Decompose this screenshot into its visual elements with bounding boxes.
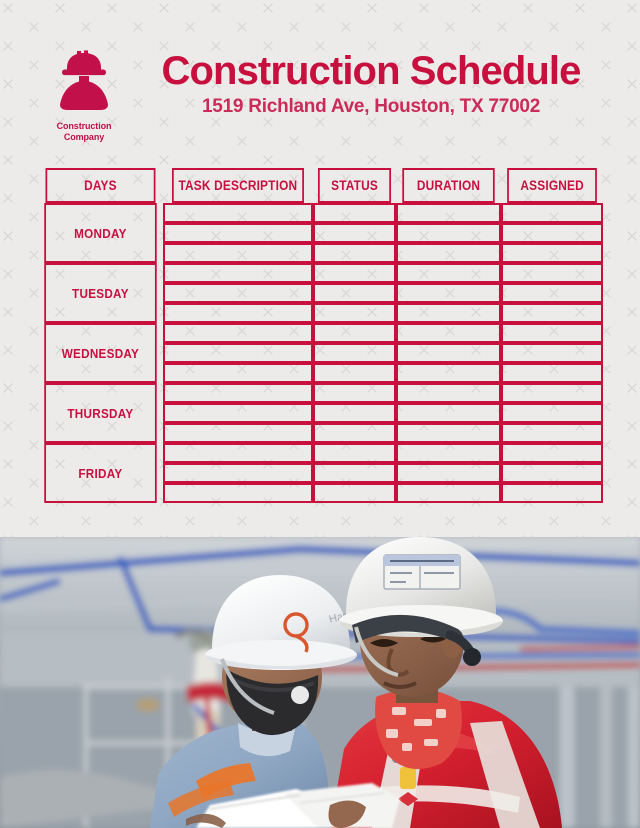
- entry-cell[interactable]: [312, 323, 396, 343]
- entry-cell[interactable]: [162, 483, 313, 503]
- entry-cell[interactable]: [500, 383, 603, 403]
- column-header-task-description: TASK DESCRIPTION: [171, 168, 304, 203]
- entry-cell[interactable]: [162, 323, 313, 343]
- entry-cell[interactable]: [312, 283, 396, 303]
- entry-cell[interactable]: [500, 343, 603, 363]
- entry-cell[interactable]: [312, 383, 396, 403]
- company-logo: Construction Company: [38, 48, 130, 144]
- hard-hat-worker-icon: [60, 50, 108, 110]
- entry-cell[interactable]: [500, 223, 603, 243]
- construction-site-photo: Hanwha: [0, 537, 640, 828]
- company-name: Construction Company: [57, 121, 112, 144]
- day-label-thursday: THURSDAY: [44, 383, 157, 443]
- entry-cell[interactable]: [162, 443, 313, 463]
- entry-cell[interactable]: [312, 263, 396, 283]
- entry-cell[interactable]: [500, 283, 603, 303]
- entry-cell[interactable]: [162, 243, 313, 263]
- entry-cell[interactable]: [162, 423, 313, 443]
- entry-cell[interactable]: [500, 483, 603, 503]
- entry-cell[interactable]: [162, 223, 313, 243]
- column-header-status: STATUS: [317, 168, 391, 203]
- entry-cell[interactable]: [500, 243, 603, 263]
- entry-cell[interactable]: [312, 363, 396, 383]
- entry-cell[interactable]: [395, 243, 501, 263]
- entry-cell[interactable]: [395, 483, 501, 503]
- entry-cell[interactable]: [162, 283, 313, 303]
- company-name-line1: Construction: [56, 121, 112, 131]
- page-canvas: Construction Company Construction Schedu…: [0, 0, 640, 828]
- entry-cell[interactable]: [312, 243, 396, 263]
- entry-cell[interactable]: [395, 443, 501, 463]
- entry-cell[interactable]: [500, 443, 603, 463]
- table-row: THURSDAY: [38, 383, 603, 443]
- entry-cell[interactable]: [312, 343, 396, 363]
- schedule-table-wrapper: DAYS TASK DESCRIPTION STATUS DURATION ASSIGN…: [38, 168, 603, 503]
- entry-cell[interactable]: [162, 363, 313, 383]
- entry-cell[interactable]: [312, 443, 396, 463]
- table-row: WEDNESDAY: [38, 323, 603, 383]
- entry-cell[interactable]: [162, 263, 313, 283]
- entry-cell[interactable]: [312, 303, 396, 323]
- column-header-duration: DURATION: [401, 168, 495, 203]
- entry-cell[interactable]: [312, 463, 396, 483]
- entry-cell[interactable]: [500, 363, 603, 383]
- entry-cell[interactable]: [395, 383, 501, 403]
- entry-cell[interactable]: [500, 463, 603, 483]
- entry-cell[interactable]: [500, 263, 603, 283]
- entry-cell[interactable]: [162, 403, 313, 423]
- entry-cell[interactable]: [500, 423, 603, 443]
- entry-cell[interactable]: [395, 463, 501, 483]
- table-row: MONDAY: [38, 203, 603, 263]
- column-header-days: DAYS: [45, 168, 156, 203]
- entry-cell[interactable]: [312, 483, 396, 503]
- entry-cell[interactable]: [312, 203, 396, 223]
- entry-cell[interactable]: [500, 203, 603, 223]
- table-row: TUESDAY: [38, 263, 603, 323]
- document-header: Construction Company Construction Schedu…: [0, 48, 640, 158]
- entry-cell[interactable]: [395, 323, 501, 343]
- entry-cell[interactable]: [500, 323, 603, 343]
- title-block: Construction Schedule 1519 Richland Ave,…: [138, 48, 640, 118]
- entry-cell[interactable]: [162, 303, 313, 323]
- entry-cell[interactable]: [395, 303, 501, 323]
- column-header-assigned: ASSIGNED: [506, 168, 597, 203]
- table-body: MONDAY TUESDAY WEDNESDAY THURSDAY FRIDAY: [38, 203, 603, 503]
- page-title: Construction Schedule: [161, 49, 582, 93]
- entry-cell[interactable]: [395, 423, 501, 443]
- entry-cell[interactable]: [395, 363, 501, 383]
- day-label-monday: MONDAY: [44, 203, 157, 263]
- entry-cell[interactable]: [312, 423, 396, 443]
- entry-cell[interactable]: [162, 343, 313, 363]
- day-label-wednesday: WEDNESDAY: [44, 323, 157, 383]
- entry-cell[interactable]: [162, 463, 313, 483]
- schedule-table: DAYS TASK DESCRIPTION STATUS DURATION ASSIGN…: [38, 168, 603, 503]
- entry-cell[interactable]: [312, 403, 396, 423]
- day-label-tuesday: TUESDAY: [44, 263, 157, 323]
- entry-cell[interactable]: [162, 383, 313, 403]
- day-label-friday: FRIDAY: [44, 443, 157, 503]
- entry-cell[interactable]: [162, 203, 313, 223]
- table-row: FRIDAY: [38, 443, 603, 503]
- entry-cell[interactable]: [500, 303, 603, 323]
- entry-cell[interactable]: [395, 283, 501, 303]
- entry-cell[interactable]: [395, 203, 501, 223]
- entry-cell[interactable]: [312, 223, 396, 243]
- entry-cell[interactable]: [395, 343, 501, 363]
- entry-cell[interactable]: [500, 403, 603, 423]
- entry-cell[interactable]: [395, 223, 501, 243]
- entry-cell[interactable]: [395, 263, 501, 283]
- company-name-line2: Company: [63, 132, 105, 143]
- entry-cell[interactable]: [395, 403, 501, 423]
- table-header-row: DAYS TASK DESCRIPTION STATUS DURATION ASSIGN…: [38, 168, 603, 203]
- site-address: 1519 Richland Ave, Houston, TX 77002: [201, 96, 541, 118]
